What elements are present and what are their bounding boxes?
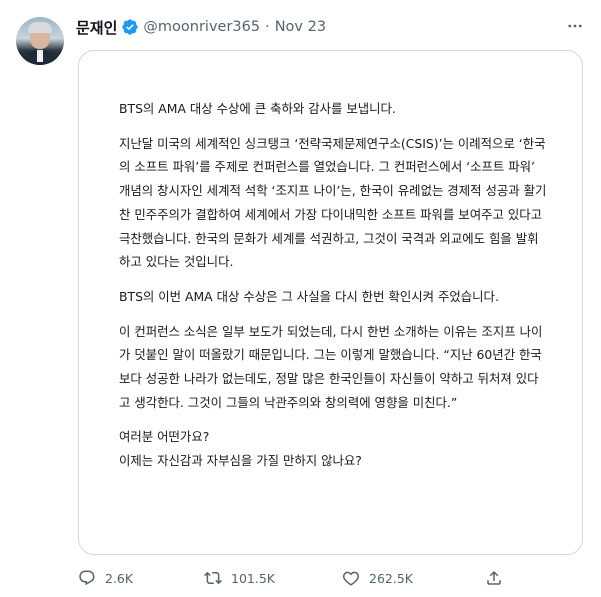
share-icon [487,570,501,585]
share-button[interactable] [485,567,512,589]
reply-icon [79,570,95,586]
like-count: 262.5K [369,570,413,586]
tweet-header: 문재인 @moonriver365 · Nov 23 [76,17,326,37]
more-icon[interactable] [566,17,584,35]
image-paragraph-3: BTS의 이번 AMA 대상 수상은 그 사실을 다시 한번 확인시켜 주었습니… [119,288,499,304]
reply-button[interactable]: 2.6K [78,567,133,589]
tweet-image[interactable]: BTS의 AMA 대상 수상에 큰 축하와 감사를 보냅니다. 지난달 미국의 … [78,50,583,555]
tweet[interactable]: 문재인 @moonriver365 · Nov 23 BTS의 AMA 대상 수… [0,0,601,597]
tweet-date[interactable]: Nov 23 [275,19,326,35]
image-line-5a: 여러분 어떤가요? [119,429,210,445]
retweet-icon [204,571,222,585]
image-paragraph-2: 지난달 미국의 세계적인 싱크탱크 ‘전략국제문제연구소(CSIS)’는 이례적… [119,135,547,270]
like-button[interactable]: 262.5K [342,567,413,589]
image-paragraph-5: 여러분 어떤가요? 이제는 자신감과 자부심을 가질 만하지 않나요? [119,425,549,472]
image-line-5b: 이제는 자신감과 자부심을 가질 만하지 않나요? [119,453,362,469]
separator-dot: · [265,19,270,35]
user-handle[interactable]: @moonriver365 [143,19,260,35]
avatar-shirt [37,50,43,62]
verified-badge-icon [121,18,139,36]
retweet-button[interactable]: 101.5K [204,567,275,589]
reply-count: 2.6K [105,570,134,586]
display-name[interactable]: 문재인 [76,17,117,38]
image-paragraph-4: 이 컨퍼런스 소식은 일부 보도가 되었는데, 다시 한번 소개하는 이유는 조… [119,323,543,410]
avatar[interactable] [16,17,64,65]
like-icon [343,571,359,586]
retweet-count: 101.5K [231,570,275,586]
avatar-hair [28,22,52,33]
image-paragraph-1: BTS의 AMA 대상 수상에 큰 축하와 감사를 보냅니다. [119,101,396,116]
action-bar: 2.6K 101.5K 262.5K [78,567,583,589]
image-text: BTS의 AMA 대상 수상에 큰 축하와 감사를 보냅니다. 지난달 미국의 … [119,97,549,473]
